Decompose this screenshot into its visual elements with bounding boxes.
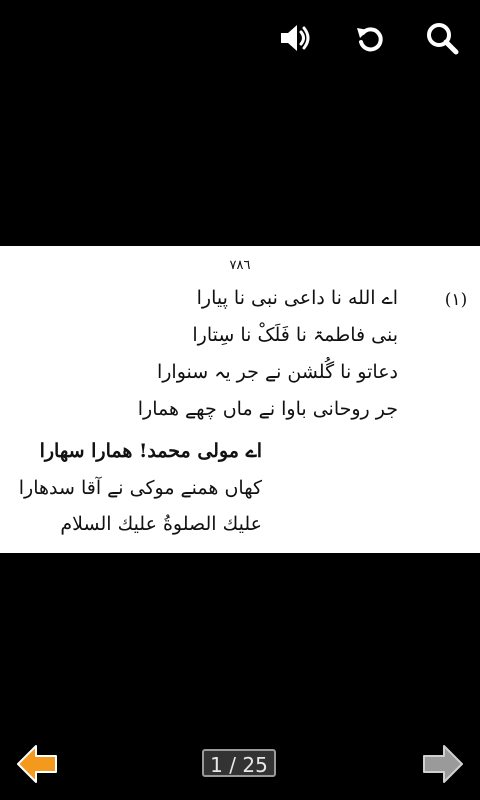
chorus-line: کھاں ھمنے موکی نے آقا سدھارا [18, 477, 262, 499]
stanza-line: بنی فاطمۃ نا فَلَکْ نا سِتارا [192, 324, 398, 346]
arrow-left-icon [17, 745, 57, 783]
page-number: ٧٨٦ [229, 258, 251, 273]
previous-page-button[interactable] [14, 740, 62, 788]
page-indicator: 1 / 25 [202, 749, 276, 777]
stanza-line: دعاتو نا گُلشن نے جر یہ سنوارا [156, 361, 398, 383]
stanza-line: جر روحانی باوا نے ماں چھے ھمارا [137, 398, 398, 420]
rotate-icon[interactable] [352, 20, 388, 56]
arrow-right-icon [423, 745, 463, 783]
next-page-button[interactable] [418, 740, 466, 788]
verse-number: (١) [444, 290, 468, 310]
search-icon[interactable] [424, 20, 460, 56]
reader-screen: ٧٨٦ (١) اے الله نا داعی نبی نا پیارا بنی… [0, 0, 480, 800]
page-content: ٧٨٦ (١) اے الله نا داعی نبی نا پیارا بنی… [0, 246, 480, 553]
stanza-line: اے الله نا داعی نبی نا پیارا [196, 287, 398, 309]
volume-icon[interactable] [278, 20, 314, 56]
chorus-line: علیك الصلوةُ علیك السلام [60, 513, 262, 535]
chorus-line: اے مولی محمد! ھمارا سھارا [39, 440, 262, 462]
